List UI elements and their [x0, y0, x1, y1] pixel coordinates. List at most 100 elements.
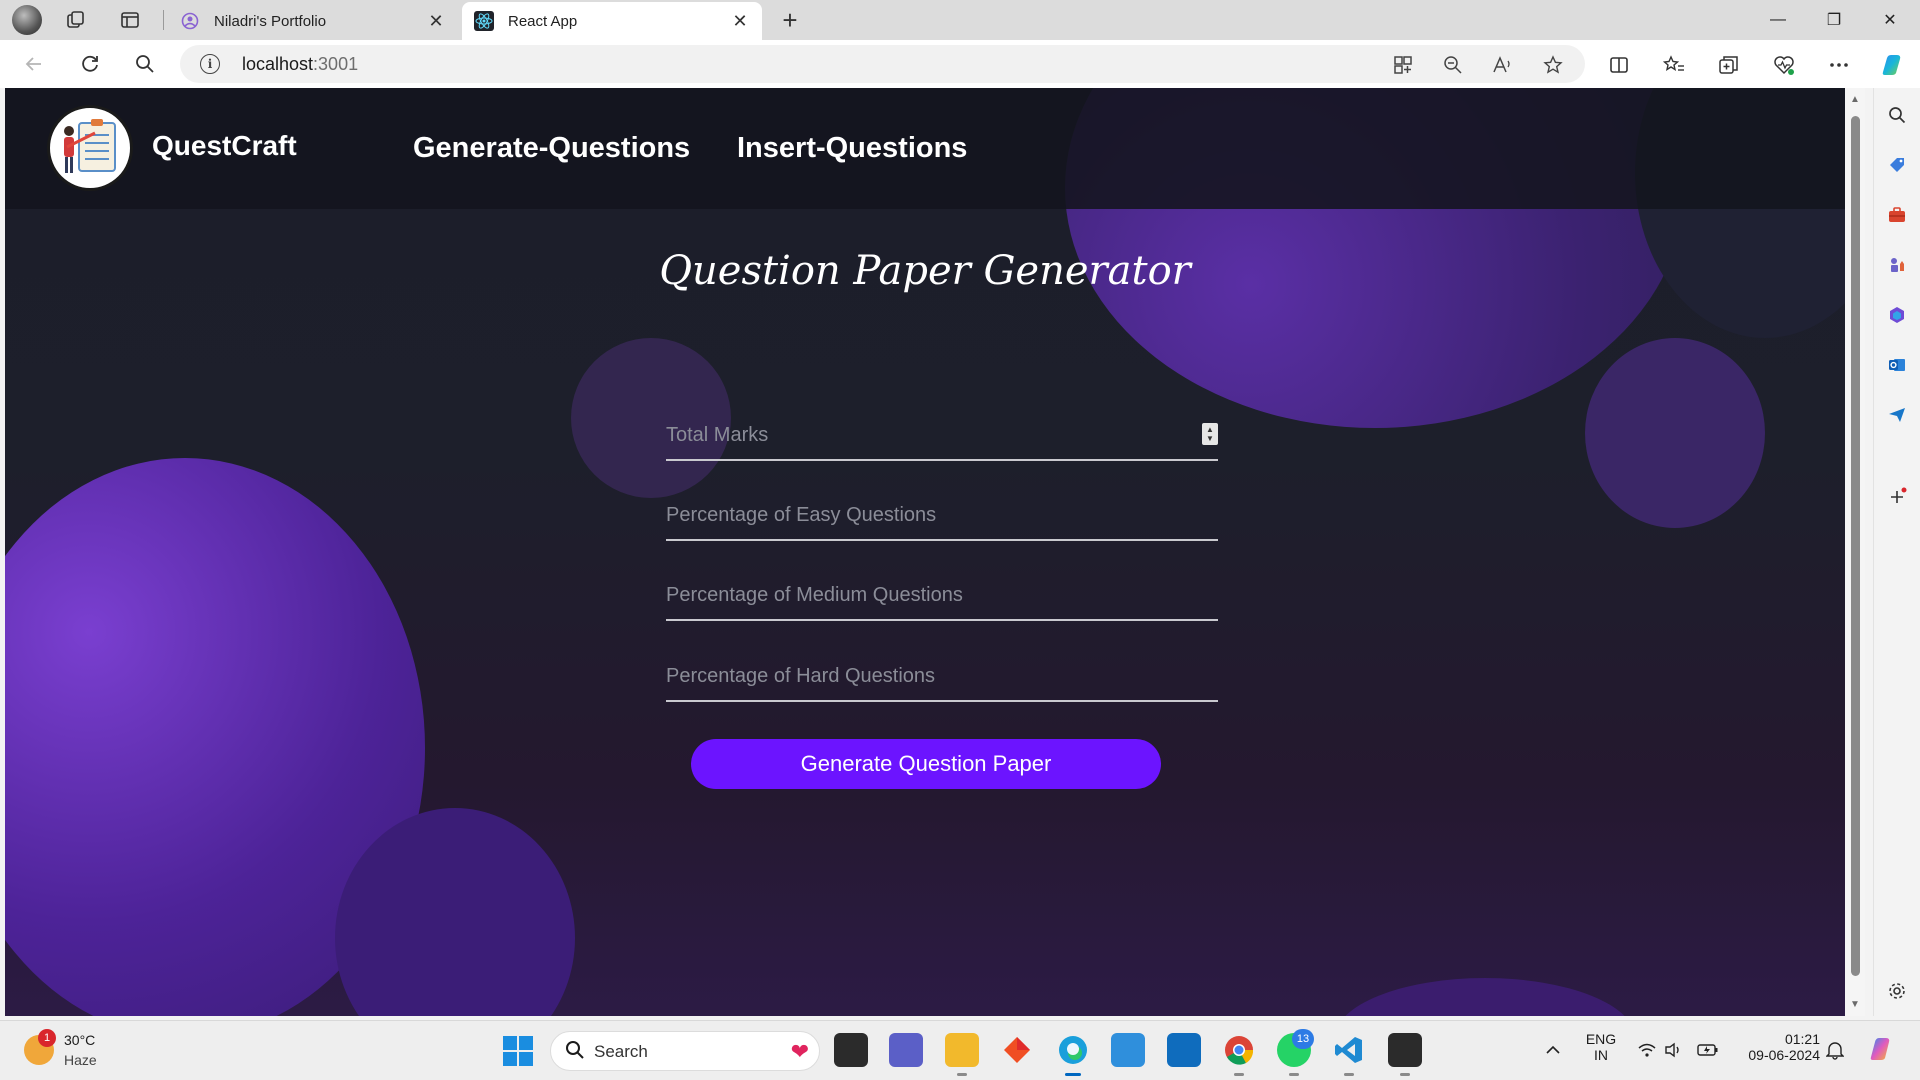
tab-title: React App: [508, 12, 578, 30]
workspaces-icon[interactable]: [64, 8, 88, 32]
favorites-icon[interactable]: [1661, 52, 1687, 78]
split-screen-icon[interactable]: [1606, 52, 1632, 78]
tab-separator: [163, 10, 164, 30]
browser-essentials-icon[interactable]: [1771, 52, 1797, 78]
tab-niladris-portfolio[interactable]: Niladri's Portfolio ✕: [168, 2, 458, 40]
site-info-icon[interactable]: i: [200, 54, 220, 74]
total-marks-field: ▲▼: [666, 411, 1218, 461]
region-code: IN: [1594, 1047, 1608, 1063]
send-drop-icon[interactable]: [1884, 402, 1910, 428]
nav-generate-questions[interactable]: Generate-Questions: [413, 132, 690, 165]
background-blob: [1335, 978, 1635, 1016]
read-aloud-icon[interactable]: [1492, 54, 1514, 76]
hard-percentage-field: [666, 652, 1218, 702]
background-blob: [1585, 338, 1765, 528]
brand-name[interactable]: QuestCraft: [152, 130, 297, 162]
terminal-icon[interactable]: [1388, 1033, 1422, 1076]
vertical-tabs-icon[interactable]: [118, 8, 142, 32]
chrome-icon[interactable]: [1222, 1033, 1256, 1076]
close-window-button[interactable]: ✕: [1862, 0, 1918, 40]
task-view-icon[interactable]: [834, 1033, 868, 1067]
generate-question-paper-button[interactable]: Generate Question Paper: [691, 739, 1161, 789]
edge-sidebar: [1873, 88, 1920, 1016]
new-tab-button[interactable]: +: [776, 5, 804, 35]
easy-percentage-field: [666, 491, 1218, 541]
volume-icon[interactable]: [1662, 1038, 1686, 1062]
zoom-out-icon[interactable]: [1442, 54, 1464, 76]
windows-taskbar: 1 30°C Haze Search ❤︎ 13 ENG IN 01:21 09…: [0, 1020, 1920, 1080]
minimize-button[interactable]: —: [1750, 0, 1806, 40]
sidebar-settings-gear-icon[interactable]: [1884, 978, 1910, 1004]
file-explorer-icon[interactable]: [945, 1033, 979, 1076]
number-spinner[interactable]: ▲ ▼: [1202, 423, 1218, 445]
clock-date: 09-06-2024: [1748, 1047, 1820, 1063]
app-navbar: QuestCraft Generate-Questions Insert-Que…: [5, 88, 1845, 209]
battery-charging-icon[interactable]: [1696, 1038, 1720, 1062]
address-bar[interactable]: i localhost:3001: [180, 45, 1585, 83]
medium-percentage-field: [666, 571, 1218, 621]
app-available-icon[interactable]: [1392, 54, 1414, 76]
tab-react-app[interactable]: React App ✕: [462, 2, 762, 40]
microsoft-store-icon[interactable]: [1167, 1033, 1201, 1067]
clock-time: 01:21: [1784, 1031, 1820, 1047]
add-sidebar-app-icon[interactable]: [1884, 484, 1910, 510]
wifi-icon[interactable]: [1635, 1038, 1659, 1062]
restore-button[interactable]: ❐: [1806, 0, 1862, 40]
system-clock[interactable]: 01:21 09-06-2024: [1736, 1031, 1820, 1063]
edge-browser-icon[interactable]: [1056, 1033, 1090, 1076]
react-favicon-icon: [474, 11, 494, 31]
language-code: ENG: [1585, 1031, 1617, 1047]
scroll-up-icon[interactable]: ▲: [1850, 94, 1860, 105]
games-chess-icon[interactable]: [1884, 252, 1910, 278]
refresh-icon[interactable]: [76, 50, 104, 78]
taskbar-search-label: Search: [594, 1042, 648, 1061]
medium-percentage-input[interactable]: [666, 577, 1186, 613]
taskbar-search-box[interactable]: Search ❤︎: [550, 1031, 820, 1071]
notification-bell-icon[interactable]: [1823, 1038, 1847, 1062]
weather-condition[interactable]: Haze: [64, 1052, 97, 1068]
more-menu-icon[interactable]: [1826, 52, 1852, 78]
weather-temperature[interactable]: 30°C: [64, 1032, 95, 1048]
microsoft-tips-icon[interactable]: [1111, 1033, 1145, 1067]
hard-percentage-input[interactable]: [666, 658, 1186, 694]
taskbar-search-icon: [565, 1040, 585, 1066]
microsoft-365-icon[interactable]: [1884, 302, 1910, 328]
page-scrollbar[interactable]: ▲ ▼: [1845, 88, 1865, 1016]
scroll-down-icon[interactable]: ▼: [1850, 999, 1860, 1010]
profile-avatar[interactable]: [12, 5, 42, 35]
collections-icon[interactable]: [1716, 52, 1742, 78]
browser-tab-bar: Niladri's Portfolio ✕ React App ✕ + — ❐ …: [0, 0, 1920, 40]
browser-toolbar: i localhost:3001: [0, 40, 1920, 88]
shopping-tag-icon[interactable]: [1884, 152, 1910, 178]
whatsapp-unread-badge: 13: [1292, 1029, 1314, 1049]
sidebar-search-icon[interactable]: [1884, 102, 1910, 128]
total-marks-input[interactable]: [666, 417, 1186, 453]
teams-chat-icon[interactable]: [889, 1033, 923, 1067]
scrollbar-thumb[interactable]: [1851, 116, 1860, 976]
spinner-down-icon[interactable]: ▼: [1206, 434, 1214, 443]
close-tab-icon[interactable]: ✕: [730, 11, 750, 31]
questcraft-logo[interactable]: [47, 105, 133, 191]
show-hidden-icons-chevron-icon[interactable]: [1541, 1038, 1565, 1062]
language-indicator[interactable]: ENG IN: [1583, 1031, 1619, 1063]
portfolio-favicon-icon: [180, 11, 200, 31]
nav-insert-questions[interactable]: Insert-Questions: [737, 132, 967, 165]
copilot-preview-icon[interactable]: [1866, 1034, 1896, 1064]
favorite-star-icon[interactable]: [1542, 54, 1564, 76]
outlook-icon[interactable]: [1884, 352, 1910, 378]
git-app-icon[interactable]: [1000, 1033, 1034, 1067]
spinner-up-icon[interactable]: ▲: [1206, 425, 1214, 434]
page-viewport: QuestCraft Generate-Questions Insert-Que…: [5, 88, 1845, 1016]
search-icon[interactable]: [131, 50, 159, 78]
easy-percentage-input[interactable]: [666, 497, 1186, 533]
page-title: Question Paper Generator: [659, 248, 1191, 294]
url-text[interactable]: localhost:3001: [242, 54, 358, 75]
vscode-icon[interactable]: [1332, 1033, 1366, 1076]
weather-notification-badge: 1: [38, 1029, 56, 1047]
search-highlight-hearts-icon: ❤︎: [790, 1039, 809, 1064]
close-tab-icon[interactable]: ✕: [426, 11, 446, 31]
tools-briefcase-icon[interactable]: [1884, 202, 1910, 228]
copilot-icon[interactable]: [1880, 52, 1906, 78]
windows-start-icon[interactable]: [503, 1036, 533, 1066]
back-arrow-icon[interactable]: [20, 50, 48, 78]
